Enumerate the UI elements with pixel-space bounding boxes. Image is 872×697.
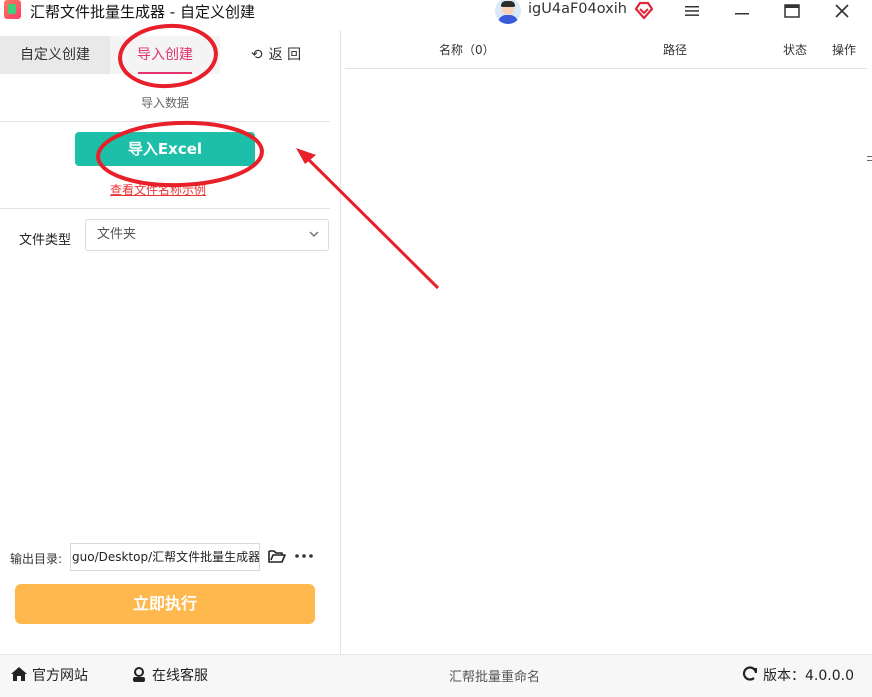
close-icon[interactable]: [822, 0, 862, 22]
column-header-status[interactable]: 状态: [783, 41, 807, 58]
back-button[interactable]: ⟲ 返 回: [226, 36, 326, 74]
online-support-link[interactable]: 在线客服: [130, 665, 208, 685]
column-header-action[interactable]: 操作: [832, 41, 856, 58]
app-logo-icon: [4, 0, 21, 19]
title-bar: 汇帮文件批量生成器 - 自定义创建 igU4aF04oxih: [0, 0, 872, 24]
back-label: 返 回: [268, 47, 302, 63]
customer-service-icon: [133, 667, 145, 682]
minimize-icon[interactable]: [722, 0, 762, 22]
version-info[interactable]: 版本：4.0.0.0: [741, 665, 854, 685]
tab-custom-create[interactable]: 自定义创建: [0, 36, 110, 74]
import-section-title: 导入数据: [140, 96, 189, 110]
output-dir-field[interactable]: guo/Desktop/汇帮文件批量生成器: [70, 543, 260, 571]
tab-bar: 自定义创建 导入创建 ⟲ 返 回: [0, 30, 340, 76]
window-title: 汇帮文件批量生成器 - 自定义创建: [30, 3, 255, 21]
ellipsis-icon[interactable]: [294, 546, 314, 566]
version-label: 版本：: [763, 668, 805, 684]
vip-diamond-icon[interactable]: [634, 0, 654, 20]
home-icon: [11, 667, 27, 681]
filename-example-link[interactable]: 查看文件名称示例: [110, 181, 206, 198]
tab-import-create[interactable]: 导入创建: [110, 36, 220, 74]
file-type-value: 文件夹: [97, 227, 137, 242]
username[interactable]: igU4aF04oxih: [528, 1, 627, 17]
undo-arrow-icon: ⟲: [250, 47, 263, 63]
official-site-link[interactable]: 官方网站: [10, 665, 88, 685]
column-header-path[interactable]: 路径: [663, 41, 687, 58]
refresh-icon: [742, 666, 758, 681]
run-now-button[interactable]: 立即执行: [15, 584, 315, 624]
tab-label: 自定义创建: [20, 47, 90, 63]
tab-label: 导入创建: [137, 47, 193, 63]
hamburger-menu-icon[interactable]: [672, 0, 712, 22]
output-dir-label: 输出目录:: [10, 552, 63, 566]
column-header-name[interactable]: 名称（0）: [439, 41, 495, 58]
file-type-label: 文件类型: [19, 233, 72, 248]
file-type-select[interactable]: 文件夹: [85, 219, 329, 251]
active-tab-underline: [138, 72, 192, 74]
version-value: 4.0.0.0: [805, 668, 854, 684]
divider: [0, 121, 330, 122]
resize-grip[interactable]: [867, 156, 872, 168]
divider: [0, 208, 330, 209]
file-list-panel: 名称（0） 路径 状态 操作: [341, 30, 872, 654]
official-site-label: 官方网站: [32, 668, 88, 684]
left-panel: 自定义创建 导入创建 ⟲ 返 回 导入数据 导入Excel 查看文件名称示例 文件…: [0, 30, 341, 654]
status-bar: 官方网站 在线客服 汇帮批量重命名 版本：4.0.0.0: [0, 654, 872, 697]
chevron-down-icon: [308, 220, 320, 261]
maximize-icon[interactable]: [772, 0, 812, 22]
user-avatar[interactable]: [495, 0, 521, 24]
online-support-label: 在线客服: [152, 668, 208, 684]
app-name-label: 汇帮批量重命名: [449, 670, 541, 685]
folder-open-icon[interactable]: [267, 546, 287, 566]
import-excel-button[interactable]: 导入Excel: [75, 132, 255, 166]
table-header: 名称（0） 路径 状态 操作: [345, 30, 867, 69]
